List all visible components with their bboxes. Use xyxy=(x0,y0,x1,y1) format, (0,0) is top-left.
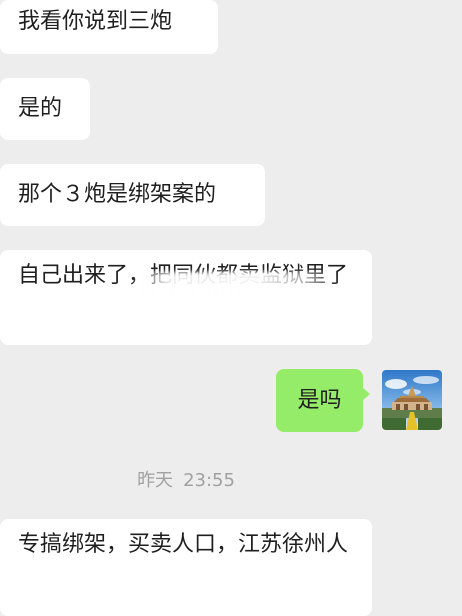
user-avatar[interactable] xyxy=(382,370,442,430)
message-text: 专搞绑架，买卖人口，江苏徐州人 xyxy=(18,532,349,557)
message-bubble-incoming[interactable]: 我看你说到三炮 xyxy=(0,0,218,54)
message-bubble-incoming[interactable]: 自己出来了，把同伙都卖监狱里了 xyxy=(0,250,372,345)
message-text: 是的 xyxy=(18,96,63,121)
message-text: 是吗 xyxy=(297,388,342,413)
message-text: 那个３炮是绑架案的 xyxy=(18,182,217,207)
message-text: 我看你说到三炮 xyxy=(18,9,173,34)
message-bubble-outgoing[interactable]: 是吗 xyxy=(276,369,370,432)
message-bubble-incoming[interactable]: 那个３炮是绑架案的 xyxy=(0,164,265,226)
blur-redaction xyxy=(130,272,340,298)
temple-photo-avatar-icon xyxy=(382,370,442,430)
message-bubble-incoming[interactable]: 是的 xyxy=(0,78,90,140)
message-timestamp: 昨天 23:55 xyxy=(0,470,372,492)
message-bubble-incoming[interactable]: 专搞绑架，买卖人口，江苏徐州人 xyxy=(0,519,372,616)
timestamp-time: 23:55 xyxy=(183,470,235,491)
timestamp-day: 昨天 xyxy=(137,470,174,491)
